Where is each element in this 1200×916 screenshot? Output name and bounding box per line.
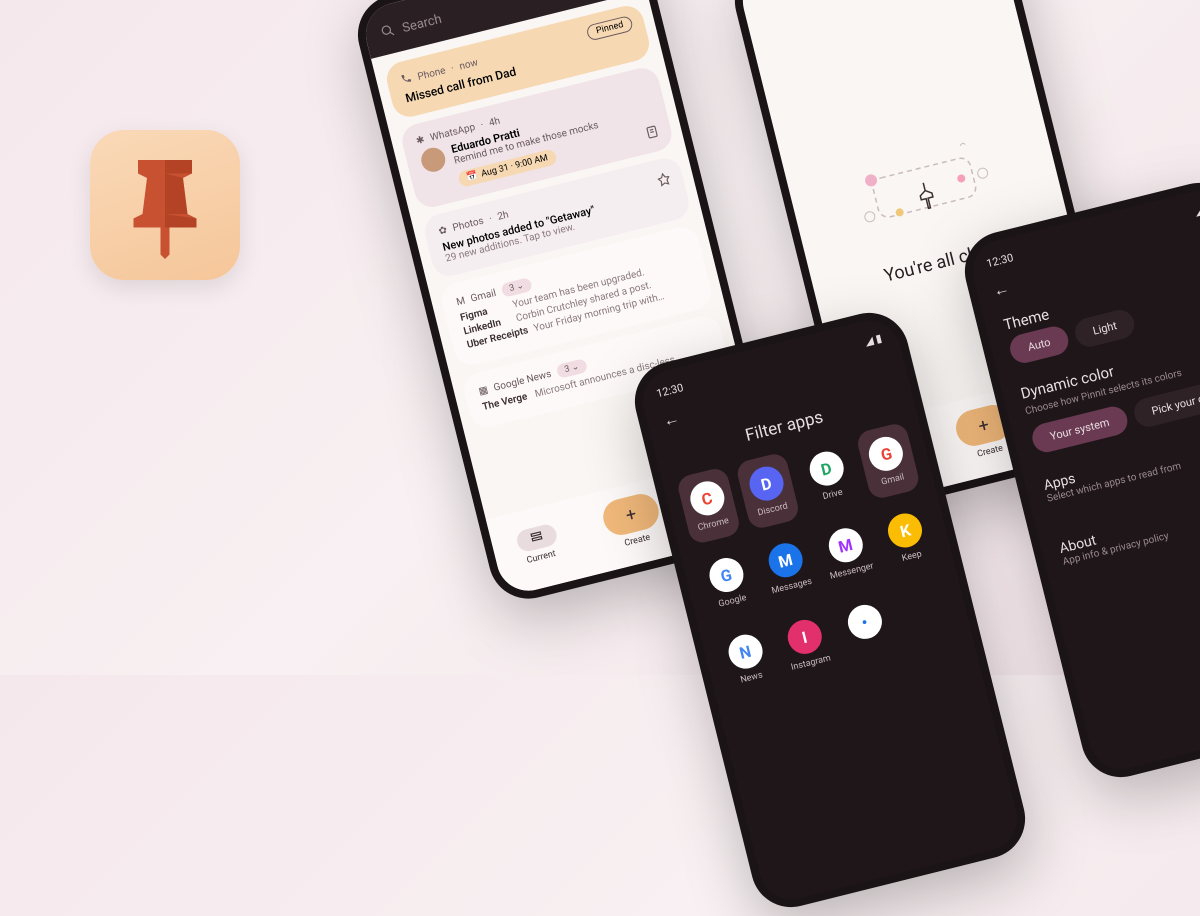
app-tile-keep[interactable]: KKeep bbox=[874, 498, 940, 577]
photos-icon: ✿ bbox=[438, 225, 449, 238]
app-tile-messages[interactable]: MMessages bbox=[754, 528, 820, 607]
pin-icon[interactable] bbox=[655, 171, 673, 191]
app-icon bbox=[90, 130, 240, 280]
list-icon bbox=[528, 528, 546, 548]
app-tile-discord[interactable]: DDiscord bbox=[735, 451, 801, 530]
app-tile-chrome[interactable]: CChrome bbox=[676, 466, 742, 545]
note-icon[interactable] bbox=[644, 124, 662, 144]
nav-current[interactable]: Current bbox=[514, 523, 562, 568]
app-tile-drive[interactable]: DDrive bbox=[794, 436, 862, 516]
app-tile-app[interactable]: • bbox=[832, 589, 900, 669]
status-icons: ◢ ▮ bbox=[1193, 202, 1200, 219]
status-time: 12:30 bbox=[985, 251, 1015, 270]
app-tile-messenger[interactable]: MMessenger bbox=[813, 513, 881, 593]
gmail-icon: M bbox=[455, 295, 466, 308]
app-tile-news[interactable]: NNews bbox=[714, 619, 780, 698]
avatar bbox=[419, 145, 448, 174]
plus-icon: + bbox=[599, 490, 662, 538]
calendar-icon: 📅 bbox=[466, 171, 479, 183]
app-tile-google[interactable]: GGoogle bbox=[695, 543, 761, 622]
app-tile-instagram[interactable]: IInstagram bbox=[773, 605, 839, 684]
whatsapp-icon: ✱ bbox=[415, 134, 426, 147]
status-icons: ◢ ▮ bbox=[863, 332, 883, 349]
phone-icon bbox=[400, 72, 414, 88]
news-icon: ▦ bbox=[477, 384, 489, 397]
status-time: 12:30 bbox=[655, 381, 685, 400]
pushpin-icon bbox=[120, 150, 210, 260]
app-tile-gmail[interactable]: GGmail bbox=[855, 421, 921, 500]
nav-create[interactable]: + Create bbox=[599, 490, 665, 552]
search-icon bbox=[379, 22, 397, 44]
